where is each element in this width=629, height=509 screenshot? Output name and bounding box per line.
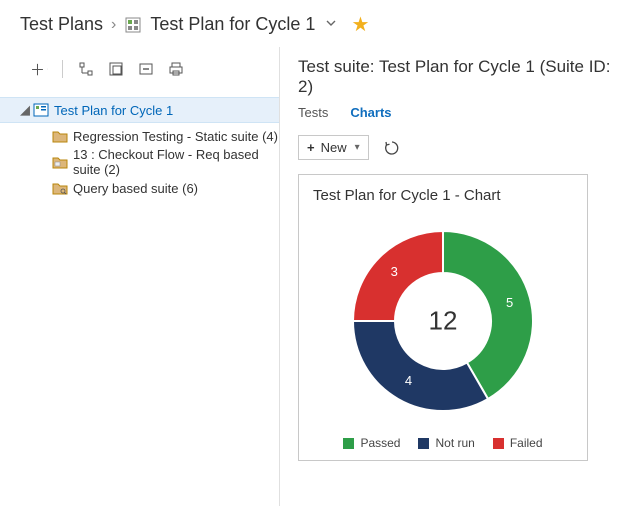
- caret-down-icon: ▾: [355, 142, 360, 153]
- tree-item-label: Query based suite (6): [73, 181, 198, 196]
- tree-item-query[interactable]: Query based suite (6): [0, 175, 279, 201]
- legend-item: Failed: [493, 436, 543, 450]
- sidebar: ＋ ◢ Test Plan for Cycl: [0, 47, 280, 506]
- toolbar-separator: [62, 60, 63, 78]
- legend-label: Not run: [435, 436, 474, 450]
- slice-value: 5: [506, 295, 513, 310]
- req-suite-icon: [52, 155, 68, 169]
- tab-tests[interactable]: Tests: [298, 105, 328, 124]
- breadcrumb-root[interactable]: Test Plans: [20, 14, 103, 35]
- favorite-star-icon[interactable]: ★: [351, 12, 369, 37]
- tab-charts[interactable]: Charts: [350, 105, 391, 124]
- chevron-down-icon[interactable]: [325, 17, 337, 32]
- page-title[interactable]: Test Plan for Cycle 1: [150, 14, 315, 35]
- collapse-button[interactable]: [133, 57, 159, 81]
- legend-label: Passed: [360, 436, 400, 450]
- chart-title: Test Plan for Cycle 1 - Chart: [313, 187, 573, 204]
- sidebar-toolbar: ＋: [0, 53, 279, 89]
- tree-item-req[interactable]: 13 : Checkout Flow - Req based suite (2): [0, 149, 279, 175]
- slice-value: 4: [405, 373, 412, 388]
- refresh-button[interactable]: [383, 139, 401, 157]
- static-suite-icon: [52, 129, 68, 143]
- print-button[interactable]: [163, 57, 189, 81]
- tree-item-label: Regression Testing - Static suite (4): [73, 129, 278, 144]
- show-child-button[interactable]: [103, 57, 129, 81]
- tree-root-label: Test Plan for Cycle 1: [54, 103, 173, 118]
- tab-bar: Tests Charts: [298, 105, 621, 125]
- query-suite-icon: [52, 181, 68, 195]
- legend-swatch: [343, 438, 354, 449]
- breadcrumb: Test Plans › Test Plan for Cycle 1 ★: [0, 0, 629, 47]
- tree-item-static[interactable]: Regression Testing - Static suite (4): [0, 123, 279, 149]
- tree-root[interactable]: ◢ Test Plan for Cycle 1: [0, 97, 279, 123]
- chart-actions: + New ▾: [298, 135, 621, 160]
- expand-tree-button[interactable]: [73, 57, 99, 81]
- chart-legend: Passed Not run Failed: [313, 436, 573, 450]
- chart-slice[interactable]: [353, 321, 488, 411]
- legend-swatch: [418, 438, 429, 449]
- caret-down-icon[interactable]: ◢: [20, 102, 28, 118]
- legend-swatch: [493, 438, 504, 449]
- chevron-right-icon: ›: [111, 16, 116, 34]
- new-suite-button[interactable]: ＋: [26, 57, 52, 81]
- suite-tree: ◢ Test Plan for Cycle 1 Regression Testi…: [0, 97, 279, 201]
- plan-icon: [124, 16, 142, 34]
- legend-label: Failed: [510, 436, 543, 450]
- legend-item: Passed: [343, 436, 400, 450]
- tree-item-label: 13 : Checkout Flow - Req based suite (2): [73, 147, 279, 177]
- plus-icon: +: [307, 140, 315, 155]
- suite-title: Test suite: Test Plan for Cycle 1 (Suite…: [298, 57, 621, 97]
- main-panel: Test suite: Test Plan for Cycle 1 (Suite…: [280, 47, 629, 506]
- new-chart-label: New: [321, 140, 347, 155]
- slice-value: 3: [391, 264, 398, 279]
- chart-card: Test Plan for Cycle 1 - Chart 5 4 3 12 Pas…: [298, 174, 588, 461]
- legend-item: Not run: [418, 436, 474, 450]
- donut-chart: 5 4 3 12: [338, 216, 548, 426]
- plan-icon: [33, 103, 49, 117]
- chart-total: 12: [429, 306, 458, 337]
- new-chart-button[interactable]: + New ▾: [298, 135, 369, 160]
